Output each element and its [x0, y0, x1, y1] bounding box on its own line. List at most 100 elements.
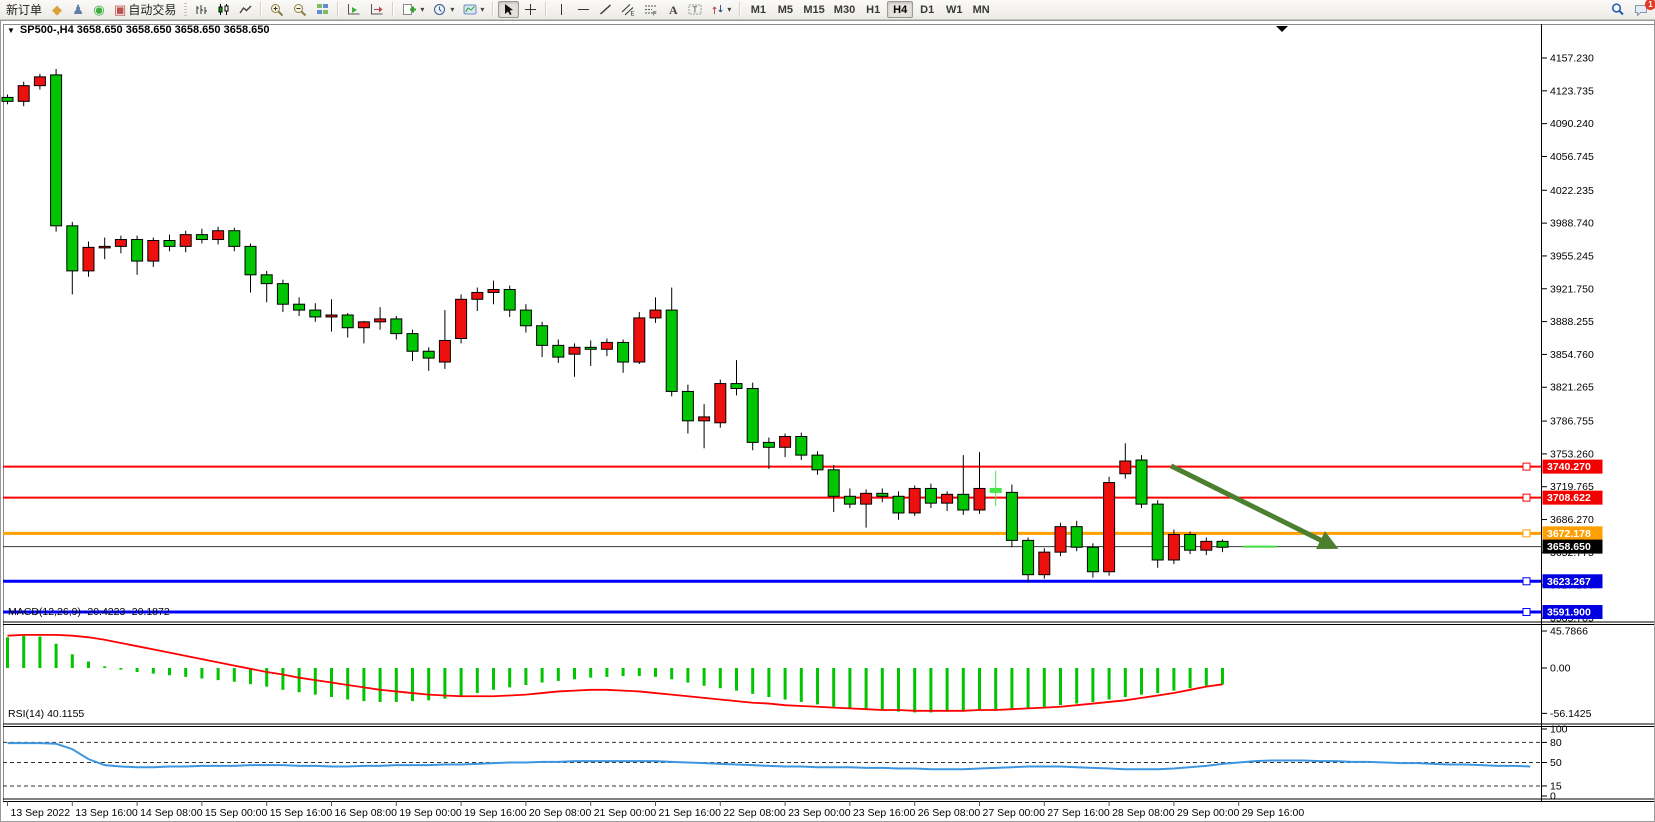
toolbar-separator: [492, 2, 494, 17]
text-button[interactable]: A: [663, 1, 683, 18]
svg-text:3821.265: 3821.265: [1550, 382, 1594, 394]
timeframe-mn-button[interactable]: MN: [968, 1, 994, 18]
text-label-icon: T: [688, 3, 702, 16]
trendline-icon: [599, 3, 612, 16]
chart-shift-button[interactable]: [366, 1, 388, 18]
svg-text:4022.235: 4022.235: [1550, 185, 1594, 197]
auto-trading-label: 自动交易: [128, 1, 176, 18]
main-toolbar: 新订单 ◆ ♟ ◉ ▣自动交易 ▾ ▾ ▾ E F A T ▾ M1 M5: [0, 0, 1655, 20]
gold-icon: ◆: [52, 3, 62, 16]
gold-button[interactable]: ◆: [47, 1, 67, 18]
svg-text:23 Sep 00:00: 23 Sep 00:00: [788, 807, 851, 819]
signals-button[interactable]: ◉: [89, 1, 109, 18]
crosshair-icon: [524, 3, 537, 16]
new-order-button[interactable]: 新订单: [2, 1, 46, 18]
timeframe-m1-button[interactable]: M1: [745, 1, 771, 18]
svg-text:16 Sep 08:00: 16 Sep 08:00: [335, 807, 398, 819]
toolbar-separator: [545, 2, 547, 17]
svg-text:29 Sep 00:00: 29 Sep 00:00: [1177, 807, 1240, 819]
search-button[interactable]: [1607, 1, 1629, 18]
toolbar-separator: [337, 2, 339, 17]
svg-text:3686.270: 3686.270: [1550, 514, 1594, 526]
auto-scroll-button[interactable]: [343, 1, 365, 18]
symbol-dropdown-icon[interactable]: ▼: [7, 26, 15, 35]
chart-title-text: SP500-,H4 3658.650 3658.650 3658.650 365…: [20, 24, 270, 36]
channel-button[interactable]: E: [617, 1, 639, 18]
zoom-out-icon: [293, 3, 307, 17]
timeframe-d1-button[interactable]: D1: [914, 1, 940, 18]
svg-text:15 Sep 00:00: 15 Sep 00:00: [205, 807, 268, 819]
periods-button[interactable]: ▾: [429, 1, 458, 18]
fibonacci-button[interactable]: F: [640, 1, 662, 18]
svg-text:3623.267: 3623.267: [1547, 576, 1591, 588]
search-icon: [1611, 3, 1625, 17]
timeframe-m30-button[interactable]: M30: [830, 1, 859, 18]
svg-text:21 Sep 16:00: 21 Sep 16:00: [659, 807, 722, 819]
svg-text:23 Sep 16:00: 23 Sep 16:00: [853, 807, 916, 819]
auto-trading-icon: ▣: [114, 3, 126, 16]
timeframe-h1-button[interactable]: H1: [860, 1, 886, 18]
horizontal-line-icon: [577, 3, 590, 16]
line-chart-button[interactable]: [235, 1, 256, 18]
svg-text:3988.740: 3988.740: [1550, 218, 1594, 230]
vertical-line-icon: [555, 3, 568, 16]
svg-text:4123.735: 4123.735: [1550, 85, 1594, 97]
price-chart-canvas[interactable]: 4157.2304123.7354090.2404056.7454022.235…: [0, 20, 1655, 822]
bar-chart-button[interactable]: [191, 1, 212, 18]
tile-windows-button[interactable]: [312, 1, 333, 18]
timeframe-m15-button[interactable]: M15: [799, 1, 828, 18]
notification-badge: 1: [1645, 0, 1655, 10]
toolbar-separator: [260, 2, 262, 17]
svg-text:E: E: [631, 12, 635, 17]
indicators-button[interactable]: ▾: [459, 1, 488, 18]
svg-text:100: 100: [1550, 724, 1568, 736]
timeframe-w1-button[interactable]: W1: [941, 1, 967, 18]
timeframe-h4-button[interactable]: H4: [887, 1, 913, 18]
svg-text:3658.650: 3658.650: [1547, 541, 1591, 553]
profile-button[interactable]: ♟: [68, 1, 88, 18]
candlestick-chart-button[interactable]: [213, 1, 234, 18]
zoom-out-button[interactable]: [289, 1, 311, 18]
svg-text:13 Sep 16:00: 13 Sep 16:00: [75, 807, 138, 819]
svg-text:-56.1425: -56.1425: [1550, 708, 1592, 720]
svg-text:T: T: [693, 6, 698, 15]
cursor-button[interactable]: [498, 1, 519, 18]
auto-trading-button[interactable]: ▣自动交易: [110, 1, 180, 18]
chart-window: 4157.2304123.7354090.2404056.7454022.235…: [0, 20, 1655, 822]
notifications-button[interactable]: 1: [1630, 1, 1653, 18]
shapes-button[interactable]: ▾: [707, 1, 735, 18]
svg-text:26 Sep 08:00: 26 Sep 08:00: [918, 807, 981, 819]
new-chart-icon: [402, 3, 417, 16]
svg-text:28 Sep 08:00: 28 Sep 08:00: [1112, 807, 1175, 819]
crosshair-button[interactable]: [520, 1, 541, 18]
indicators-icon: [463, 3, 477, 16]
profile-icon: ♟: [72, 3, 84, 16]
svg-text:21 Sep 00:00: 21 Sep 00:00: [594, 807, 657, 819]
trendline-button[interactable]: [595, 1, 616, 18]
svg-text:0.00: 0.00: [1550, 663, 1571, 675]
svg-text:50: 50: [1550, 757, 1562, 769]
svg-text:3786.755: 3786.755: [1550, 416, 1594, 428]
chevron-down-icon: ▾: [480, 5, 484, 14]
svg-text:3740.270: 3740.270: [1547, 461, 1591, 473]
horizontal-line-button[interactable]: [573, 1, 594, 18]
trading-platform-window: 新订单 ◆ ♟ ◉ ▣自动交易 ▾ ▾ ▾ E F A T ▾ M1 M5: [0, 0, 1655, 822]
toolbar-grip: [184, 3, 187, 17]
svg-text:3753.260: 3753.260: [1550, 448, 1594, 460]
text-icon: A: [667, 3, 679, 16]
svg-text:15 Sep 16:00: 15 Sep 16:00: [270, 807, 333, 819]
svg-text:29 Sep 16:00: 29 Sep 16:00: [1242, 807, 1305, 819]
clock-icon: [433, 3, 447, 17]
rsi-label: RSI(14) 40.1155: [8, 708, 84, 720]
svg-text:4056.745: 4056.745: [1550, 151, 1594, 163]
svg-text:45.7866: 45.7866: [1550, 626, 1588, 638]
svg-text:3955.245: 3955.245: [1550, 250, 1594, 262]
timeframe-m5-button[interactable]: M5: [772, 1, 798, 18]
arrows-icon: [711, 3, 724, 16]
new-chart-button[interactable]: ▾: [398, 1, 428, 18]
bar-chart-icon: [195, 3, 208, 16]
vertical-line-button[interactable]: [551, 1, 572, 18]
svg-text:3708.622: 3708.622: [1547, 492, 1591, 504]
zoom-in-button[interactable]: [266, 1, 288, 18]
text-label-button[interactable]: T: [684, 1, 706, 18]
